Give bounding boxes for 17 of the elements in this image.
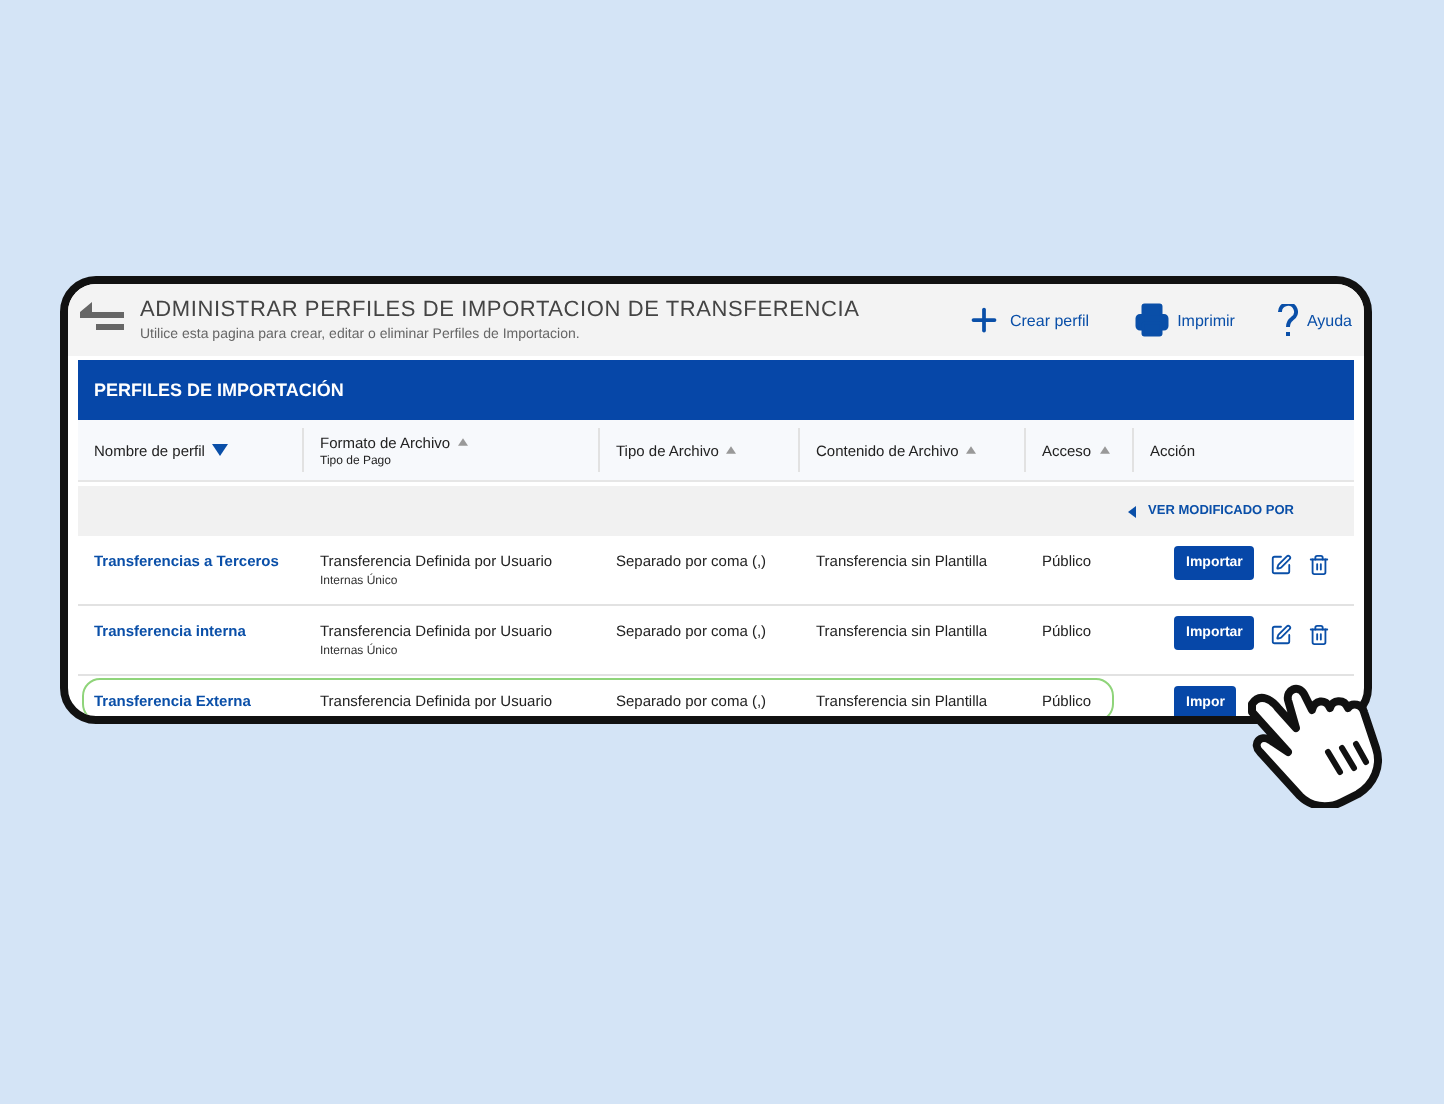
edit-icon[interactable] (1270, 624, 1293, 646)
header-action-link[interactable]: Ayuda (1278, 303, 1352, 337)
help-icon (1278, 303, 1299, 337)
trash-icon[interactable] (1308, 554, 1331, 576)
header-action-link[interactable]: Crear perfil (965, 302, 1090, 338)
sort-icon[interactable] (726, 446, 737, 454)
page-title: ADMINISTRAR PERFILES DE IMPORTACION DE TRANSFERENCIA (140, 298, 862, 322)
sort-icon[interactable] (966, 446, 977, 454)
sort-icon[interactable] (458, 438, 469, 446)
panel-title-bar: PERFILES DE IMPORTACIÓN (78, 360, 1354, 420)
sort-desc-icon[interactable] (212, 444, 229, 456)
header-action-link[interactable]: Imprimir (1133, 302, 1235, 338)
edit-icon[interactable] (1270, 554, 1293, 576)
caret-icon (1128, 505, 1137, 517)
trash-icon[interactable] (1308, 624, 1331, 646)
sort-icon[interactable] (1099, 446, 1110, 454)
printer-icon (1133, 302, 1170, 338)
